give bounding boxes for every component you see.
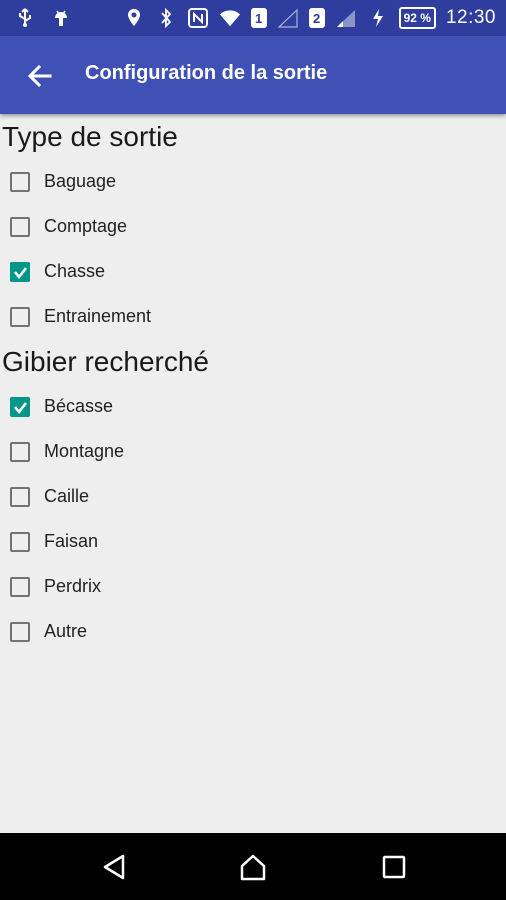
checkbox-label: Perdrix — [44, 576, 102, 596]
checkbox-label: Comptage — [44, 216, 128, 236]
checkbox-box[interactable] — [10, 306, 30, 327]
wifi-icon — [219, 7, 241, 29]
navigation-bar — [0, 833, 506, 900]
nav-recents-button[interactable] — [372, 845, 416, 889]
checkbox-label: Montagne — [44, 441, 125, 461]
android-debug-icon — [50, 7, 72, 29]
page-title: Configuration de la sortie — [85, 62, 328, 84]
checkbox-becasse[interactable]: Bécasse — [0, 384, 506, 429]
nav-back-button[interactable] — [92, 845, 136, 889]
checkbox-box[interactable] — [10, 216, 30, 237]
nav-home-button[interactable] — [231, 845, 275, 889]
checkbox-box[interactable] — [10, 441, 30, 462]
section-title-type: Type de sortie — [2, 121, 178, 152]
usb-icon — [14, 7, 36, 29]
checkbox-chasse[interactable]: Chasse — [0, 249, 506, 294]
checkmark-icon — [13, 401, 28, 414]
status-bar: 1 2 92 % 12:30 — [0, 0, 506, 36]
section-title-gibier: Gibier recherché — [2, 346, 209, 377]
checkbox-box[interactable] — [10, 171, 30, 192]
bluetooth-icon — [155, 7, 177, 29]
checkbox-montagne[interactable]: Montagne — [0, 429, 506, 474]
location-icon — [123, 7, 145, 29]
status-bar-left — [14, 6, 72, 30]
checkbox-faisan[interactable]: Faisan — [0, 519, 506, 564]
checkbox-baguage[interactable]: Baguage — [0, 159, 506, 204]
checkbox-label: Autre — [44, 621, 88, 641]
checkbox-box-checked[interactable] — [10, 261, 30, 282]
checkbox-autre[interactable]: Autre — [0, 609, 506, 654]
checkbox-entrainement[interactable]: Entrainement — [0, 294, 506, 339]
nav-back-icon — [103, 854, 125, 880]
checkbox-label: Entrainement — [44, 306, 152, 326]
signal-icon — [335, 7, 357, 29]
charging-icon — [367, 7, 389, 29]
status-bar-right: 1 2 92 % 12:30 — [123, 6, 496, 30]
app-bar: Configuration de la sortie — [0, 36, 506, 114]
main-content: Type de sortie Baguage Comptage Chasse E… — [0, 114, 506, 654]
checkbox-caille[interactable]: Caille — [0, 474, 506, 519]
back-button[interactable] — [18, 54, 62, 98]
nfc-icon — [187, 7, 209, 29]
recents-icon — [382, 855, 406, 879]
checkbox-box-checked[interactable] — [10, 396, 30, 417]
checkbox-box[interactable] — [10, 531, 30, 552]
checkbox-box[interactable] — [10, 576, 30, 597]
checkbox-label: Baguage — [44, 171, 117, 191]
checkbox-box[interactable] — [10, 621, 30, 642]
checkbox-comptage[interactable]: Comptage — [0, 204, 506, 249]
sim2-badge: 2 — [308, 8, 325, 28]
checkmark-icon — [13, 266, 28, 279]
checkbox-box[interactable] — [10, 486, 30, 507]
battery-indicator: 92 % — [398, 7, 436, 29]
sim1-badge: 1 — [250, 8, 267, 28]
status-time: 12:30 — [445, 7, 496, 28]
checkbox-label: Caille — [44, 486, 90, 506]
checkbox-perdrix[interactable]: Perdrix — [0, 564, 506, 609]
checkbox-label: Chasse — [44, 261, 106, 281]
checkbox-label: Bécasse — [44, 396, 114, 416]
home-icon — [240, 854, 266, 881]
arrow-back-icon — [27, 64, 52, 88]
checkbox-label: Faisan — [44, 531, 99, 551]
signal-icon — [277, 7, 299, 29]
